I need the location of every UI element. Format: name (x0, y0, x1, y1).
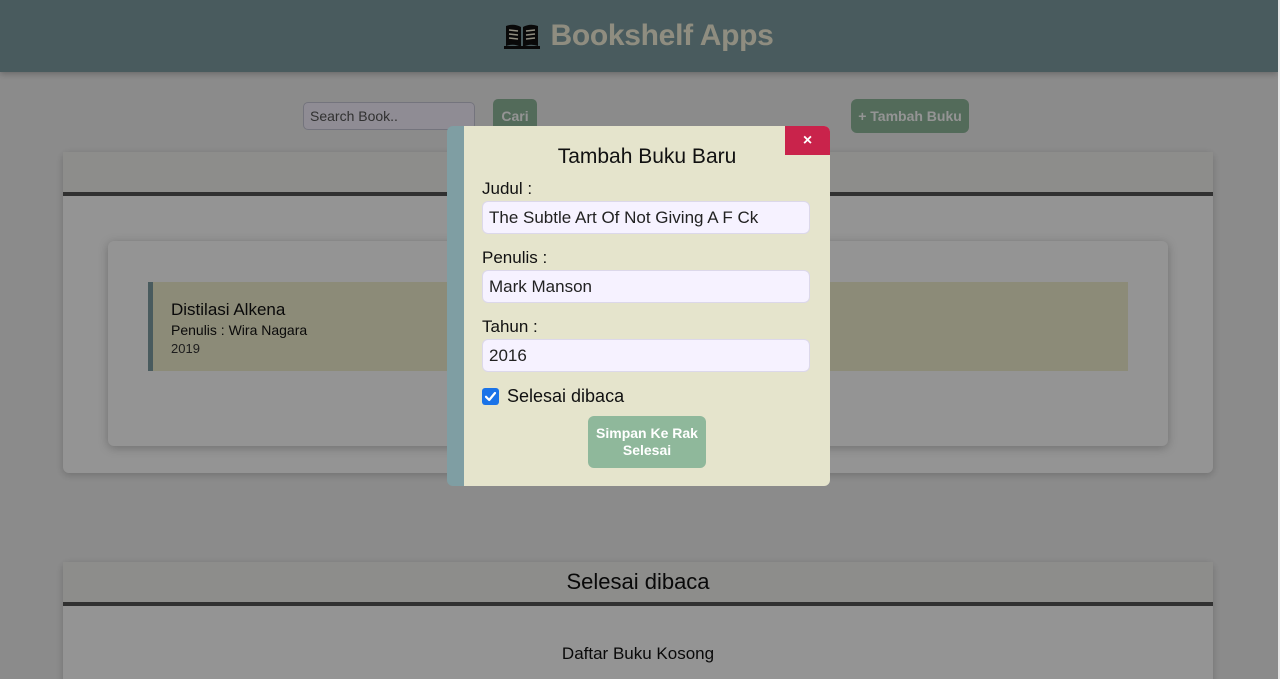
save-to-shelf-button[interactable]: Simpan Ke Rak Selesai (588, 416, 706, 468)
add-book-modal: × Tambah Buku Baru Judul : Penulis : Tah… (447, 126, 830, 486)
penulis-label: Penulis : (482, 248, 548, 267)
selesai-checkbox-row[interactable]: Selesai dibaca (482, 386, 624, 407)
tahun-label: Tahun : (482, 317, 538, 336)
judul-input[interactable] (482, 201, 810, 234)
penulis-input[interactable] (482, 270, 810, 303)
judul-label: Judul : (482, 179, 533, 198)
selesai-checkbox[interactable] (482, 388, 499, 405)
modal-title: Tambah Buku Baru (557, 145, 737, 168)
tahun-input[interactable] (482, 339, 810, 372)
checkmark-icon (484, 391, 497, 402)
selesai-checkbox-label[interactable]: Selesai dibaca (507, 386, 624, 407)
